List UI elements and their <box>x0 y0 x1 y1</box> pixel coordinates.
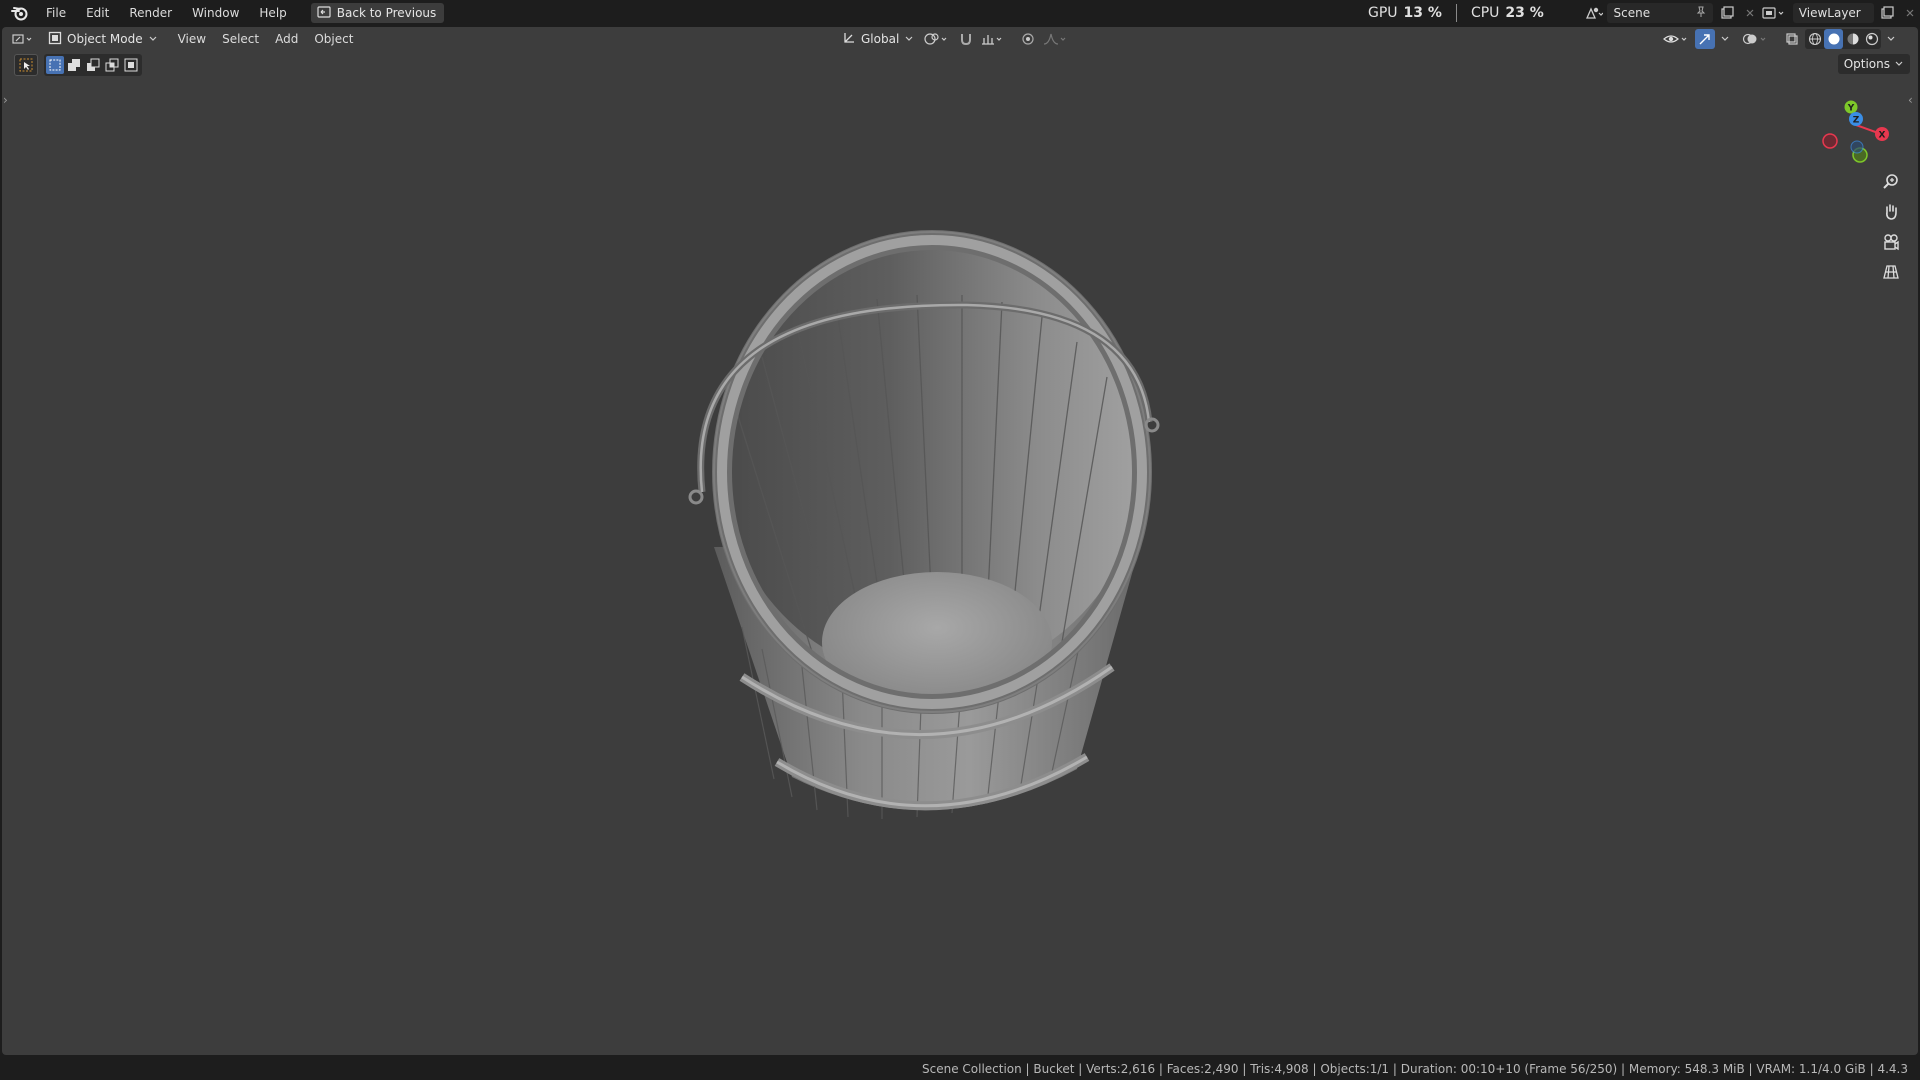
gizmo-neg-z[interactable] <box>1850 140 1864 154</box>
pin-icon[interactable] <box>1695 6 1707 21</box>
new-view-layer-icon[interactable] <box>1878 3 1897 23</box>
pan-view-hand-icon[interactable] <box>1878 199 1904 225</box>
menu-select[interactable]: Select <box>214 27 267 51</box>
subtract-selection-icon[interactable] <box>84 56 102 74</box>
viewport-header: Object Mode View Select Add Object Globa… <box>2 27 1918 51</box>
view-layer-name: ViewLayer <box>1798 6 1861 20</box>
rendered-shading-icon[interactable] <box>1862 29 1881 49</box>
shading-dropdown-chevron-icon[interactable] <box>1884 29 1898 49</box>
gpu-value: 13 % <box>1403 5 1442 21</box>
gizmo-x-label: X <box>1879 131 1886 141</box>
visibility-eye-icon[interactable] <box>1662 29 1692 49</box>
perspective-toggle-icon[interactable] <box>1878 259 1904 285</box>
object-mode-icon <box>48 31 62 48</box>
menu-view[interactable]: View <box>170 27 214 51</box>
material-preview-shading-icon[interactable] <box>1843 29 1862 49</box>
camera-view-icon[interactable] <box>1878 229 1904 255</box>
invert-selection-icon[interactable] <box>103 56 121 74</box>
viewport-display-tools <box>1662 29 1898 49</box>
gpu-label: GPU <box>1368 5 1398 21</box>
menu-edit[interactable]: Edit <box>76 0 119 26</box>
new-scene-icon[interactable] <box>1717 3 1736 23</box>
scene-name: Scene <box>1613 6 1651 20</box>
proportional-editing-icon[interactable] <box>1018 29 1038 49</box>
pivot-point-icon[interactable] <box>922 29 952 49</box>
toolbar-expand-arrow-icon[interactable]: › <box>3 93 8 107</box>
fullscreen-back-icon <box>317 5 331 21</box>
chevron-down-icon <box>904 32 914 46</box>
gizmo-y-label: Y <box>1847 104 1855 114</box>
resource-stats: GPU 13 % CPU 23 % <box>1368 0 1544 26</box>
stats-divider <box>1455 4 1457 22</box>
view-layer-selector: ViewLayer <box>1762 2 1920 24</box>
status-bar: Scene Collection | Bucket | Verts:2,616 … <box>0 1058 1920 1080</box>
snap-target-icon[interactable] <box>980 29 1008 49</box>
scene-browse-icon[interactable] <box>1584 3 1603 23</box>
top-menubar: File Edit Render Window Help Back to Pre… <box>0 0 1920 26</box>
delete-scene-icon[interactable] <box>1741 3 1760 23</box>
menu-render[interactable]: Render <box>119 0 182 26</box>
gizmo-neg-x[interactable] <box>1822 133 1838 149</box>
scene-name-field[interactable]: Scene <box>1607 3 1714 23</box>
zoom-view-icon[interactable] <box>1878 169 1904 195</box>
set-new-selection-icon[interactable] <box>46 56 64 74</box>
options-label: Options <box>1843 57 1890 71</box>
object-mode-dropdown[interactable]: Object Mode <box>42 29 164 49</box>
3d-viewport[interactable]: Object Mode View Select Add Object Globa… <box>2 27 1918 1055</box>
tool-settings-row <box>14 54 142 76</box>
transform-tools: Global <box>838 29 1070 49</box>
delete-view-layer-icon[interactable] <box>1901 3 1920 23</box>
overlays-icon[interactable] <box>1741 29 1771 49</box>
selection-mode-group <box>44 54 142 76</box>
scene-selector: Scene <box>1584 2 1760 24</box>
object-mode-label: Object Mode <box>67 32 143 46</box>
gizmo-dropdown-chevron-icon[interactable] <box>1718 29 1732 49</box>
chevron-down-icon <box>1894 57 1904 71</box>
cpu-value: 23 % <box>1505 5 1544 21</box>
view-layer-name-field[interactable]: ViewLayer <box>1792 3 1874 23</box>
show-gizmo-icon[interactable] <box>1695 29 1715 49</box>
select-tool-icon[interactable] <box>14 54 38 76</box>
shading-mode-group <box>1805 29 1881 49</box>
back-to-previous-button[interactable]: Back to Previous <box>310 3 445 23</box>
menu-file[interactable]: File <box>36 0 76 26</box>
snap-toggle-icon[interactable] <box>956 29 976 49</box>
menu-object[interactable]: Object <box>306 27 361 51</box>
xray-toggle-icon[interactable] <box>1782 29 1802 49</box>
view-layer-browse-icon[interactable] <box>1762 3 1789 23</box>
bucket-model[interactable] <box>2 27 1918 1055</box>
options-dropdown[interactable]: Options <box>1837 54 1910 74</box>
menu-help[interactable]: Help <box>249 0 296 26</box>
extend-selection-icon[interactable] <box>65 56 83 74</box>
menu-window[interactable]: Window <box>182 0 249 26</box>
wireframe-shading-icon[interactable] <box>1805 29 1824 49</box>
scene-statistics: Scene Collection | Bucket | Verts:2,616 … <box>921 1062 1908 1076</box>
cpu-label: CPU <box>1470 5 1500 21</box>
chevron-down-icon <box>148 32 158 46</box>
back-to-previous-label: Back to Previous <box>336 6 437 20</box>
orientation-label: Global <box>861 32 900 46</box>
orientation-dropdown[interactable]: Global <box>838 31 918 48</box>
falloff-curve-icon[interactable] <box>1042 29 1070 49</box>
blender-logo-icon[interactable] <box>10 3 30 23</box>
intersect-selection-icon[interactable] <box>122 56 140 74</box>
solid-shading-icon[interactable] <box>1824 29 1843 49</box>
editor-type-icon[interactable] <box>2 27 42 51</box>
orientation-axes-icon <box>842 31 856 48</box>
gizmo-z-label: Z <box>1853 116 1860 126</box>
sidebar-expand-arrow-icon[interactable]: ‹ <box>1908 93 1913 107</box>
menu-add[interactable]: Add <box>267 27 306 51</box>
